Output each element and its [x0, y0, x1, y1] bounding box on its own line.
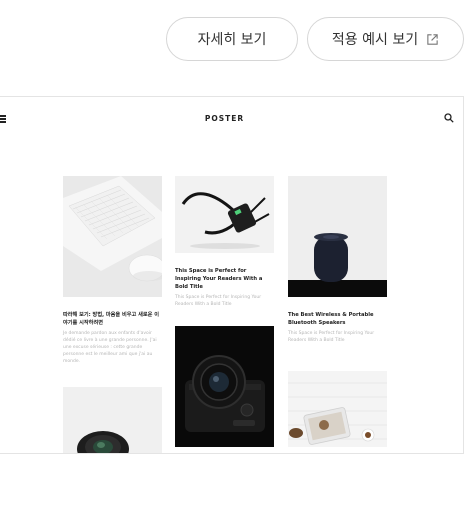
preview-button-label: 적용 예시 보기 — [331, 32, 419, 48]
post-excerpt: Je demande pardon aux enfants d'avoir dé… — [63, 331, 157, 364]
post-card[interactable]: The Best Wireless & Portable Bluetooth S… — [288, 176, 387, 345]
site-brand: POSTER — [204, 114, 245, 123]
post-excerpt: This Space is Perfect for Inspiring Your… — [175, 295, 262, 308]
post-card[interactable] — [63, 387, 162, 453]
post-card[interactable]: 따라해 보기: 방법, 마음을 비우고 새로운 이야기를 시작하려면 Je de… — [63, 176, 162, 366]
detail-button-label: 자세히 보기 — [197, 32, 267, 48]
post-title[interactable]: The Best Wireless & Portable Bluetooth S… — [288, 311, 387, 327]
post-image-tablet — [288, 371, 387, 447]
template-preview: POSTER 따라해 보기: 방법, 마음을 비우고 새로운 이야기를 시작하려… — [0, 96, 464, 454]
post-image-camera — [175, 326, 274, 447]
post-title[interactable]: This Space is Perfect for Inspiring Your… — [175, 267, 274, 291]
post-card[interactable] — [175, 326, 274, 447]
post-card[interactable] — [288, 371, 387, 447]
post-image-lens — [63, 387, 162, 453]
post-title[interactable]: 따라해 보기: 방법, 마음을 비우고 새로운 이야기를 시작하려면 — [63, 311, 162, 327]
post-image-drone — [175, 176, 274, 253]
search-icon[interactable] — [444, 113, 454, 123]
post-image-speaker — [288, 176, 387, 297]
external-link-icon — [427, 33, 438, 45]
detail-button[interactable]: 자세히 보기 — [166, 17, 298, 61]
preview-button[interactable]: 적용 예시 보기 — [307, 17, 464, 61]
post-card[interactable]: This Space is Perfect for Inspiring Your… — [175, 176, 274, 309]
post-excerpt: This Space is Perfect for Inspiring Your… — [288, 331, 375, 344]
post-image-keyboard — [63, 176, 162, 297]
